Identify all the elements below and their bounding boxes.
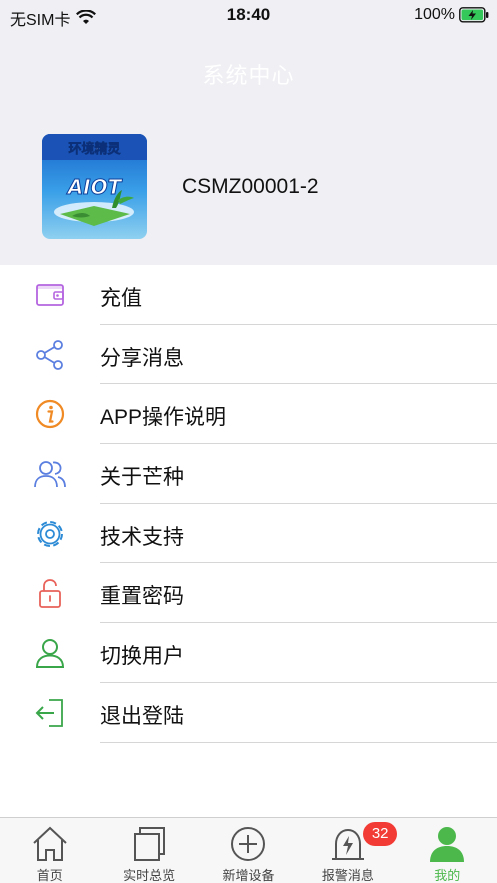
avatar-text: 环境精灵 [68, 141, 121, 157]
tab-label: 实时总览 [123, 868, 176, 883]
account-name: CSMZ00001-2 [182, 175, 319, 198]
menu-item-label: 关于芒种 [100, 466, 184, 490]
menu-item-label: 退出登陆 [100, 704, 184, 728]
profile-header: 系统中心 环境精灵 AIOT CSMZ00001-2 [0, 30, 497, 265]
info-icon [35, 400, 65, 429]
user-icon [35, 639, 65, 669]
status-bar: 无SIM卡 18:40 100% [0, 0, 497, 30]
alarm-icon [331, 828, 364, 860]
menu-item-label: 重置密码 [100, 585, 184, 609]
menu-item-app-guide[interactable]: APP操作说明 [0, 384, 497, 445]
tab-overview[interactable]: 实时总览 [99, 818, 198, 883]
app-logo: 环境精灵 AIOT [42, 134, 147, 239]
wallet-icon [36, 284, 64, 306]
menu-item-label: APP操作说明 [100, 406, 227, 430]
menu-item-support[interactable]: 技术支持 [0, 504, 497, 564]
tab-label: 新增设备 [222, 868, 275, 883]
tab-alarm[interactable]: 32 报警消息 [298, 818, 398, 883]
users-icon [34, 461, 66, 488]
alarm-count-badge: 32 [363, 822, 398, 846]
lock-icon [39, 579, 61, 609]
tab-label: 首页 [36, 868, 63, 883]
battery-percent: 100% [414, 6, 455, 23]
menu-item-label: 技术支持 [100, 525, 184, 549]
status-right: 100% [414, 6, 489, 24]
menu-item-recharge[interactable]: 充值 [0, 265, 497, 325]
menu-item-label: 切换用户 [100, 645, 184, 669]
menu-item-share[interactable]: 分享消息 [0, 325, 497, 385]
divider [100, 741, 497, 743]
tab-add-device[interactable]: 新增设备 [199, 818, 298, 883]
battery-charging-icon [459, 7, 489, 23]
tab-profile[interactable]: 我的 [398, 818, 497, 883]
menu-item-switch-user[interactable]: 切换用户 [0, 623, 497, 683]
gear-icon [37, 520, 63, 547]
menu-item-logout[interactable]: 退出登陆 [0, 683, 497, 743]
logout-icon [35, 698, 63, 727]
tab-label: 报警消息 [321, 868, 374, 883]
overview-icon [134, 827, 166, 861]
avatar: 环境精灵 AIOT [42, 134, 147, 239]
home-icon [33, 826, 67, 861]
menu-item-about[interactable]: 关于芒种 [0, 444, 497, 504]
menu-list: 充值 分享消息 APP操作说明 关于芒种 技术支持 重置密码 切换用户 退出登陆 [0, 265, 497, 743]
avatar-logo-text: AIOT [66, 175, 123, 199]
menu-item-label: 分享消息 [100, 346, 184, 370]
tab-bar: 首页 实时总览 新增设备 32 报警消息 我的 [0, 817, 497, 883]
share-icon [36, 339, 63, 370]
page-title: 系统中心 [202, 63, 295, 88]
menu-item-reset-password[interactable]: 重置密码 [0, 563, 497, 624]
tab-label: 我的 [434, 868, 461, 883]
tab-home[interactable]: 首页 [0, 818, 99, 883]
profile-icon [430, 827, 465, 862]
add-device-icon [231, 827, 266, 861]
menu-item-label: 充值 [100, 287, 142, 310]
